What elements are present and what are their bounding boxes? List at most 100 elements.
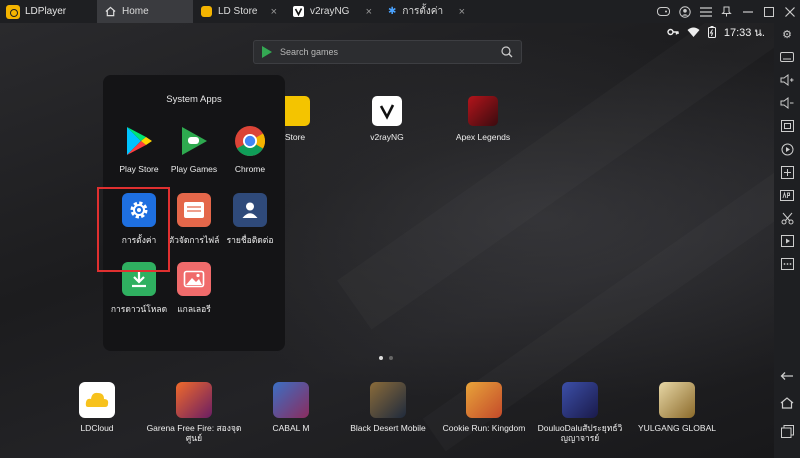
black-desert-icon	[370, 382, 406, 418]
desktop-app-label: Store	[284, 132, 306, 142]
android-desktop[interactable]: Store v2rayNG Apex Legends LDCloud Garen…	[0, 23, 774, 458]
wifi-icon	[687, 27, 700, 37]
free-fire-icon	[176, 382, 212, 418]
desktop-app-label: v2rayNG	[370, 132, 404, 142]
v2rayng-icon	[293, 6, 304, 17]
close-icon[interactable]: ×	[366, 6, 372, 18]
desktop-app-apex-legends[interactable]: Apex Legends	[443, 96, 523, 143]
apk-install-icon[interactable]	[779, 187, 795, 203]
fullscreen-icon[interactable]	[779, 118, 795, 134]
close-icon[interactable]: ×	[271, 6, 277, 18]
wallpaper-stripe	[337, 23, 774, 330]
dock-app-label: Garena Free Fire: สองจุดศูนย์	[146, 423, 242, 443]
dock-app-black-desert[interactable]: Black Desert Mobile	[338, 382, 438, 433]
android-status-bar: 17:33 น.	[667, 24, 765, 40]
pin-icon[interactable]	[716, 0, 737, 23]
status-time: 17:33 น.	[723, 27, 765, 39]
tab-home-label: Home	[122, 6, 149, 17]
search-input[interactable]	[280, 47, 493, 57]
yulgang-global-icon	[659, 382, 695, 418]
dock-app-yulgang-global[interactable]: YULGANG GLOBAL	[627, 382, 727, 433]
tab-settings[interactable]: ✱ การตั้งค่า ×	[380, 0, 473, 23]
minimize-icon[interactable]	[737, 0, 758, 23]
dock-app-cabal-m[interactable]: CABAL M	[241, 382, 341, 433]
page-indicator	[379, 356, 393, 360]
tab-v2rayng-label: v2rayNG	[310, 6, 350, 17]
folder-app-contacts[interactable]: รายชื่อติดต่อ	[217, 193, 283, 247]
dock-app-label: LDCloud	[80, 423, 114, 433]
battery-icon	[707, 26, 716, 38]
dock-app-free-fire[interactable]: Garena Free Fire: สองจุดศูนย์	[144, 382, 244, 443]
ldplayer-logo-icon	[6, 4, 20, 19]
home-button-icon[interactable]	[779, 395, 795, 411]
account-icon[interactable]	[674, 0, 695, 23]
tab-ld-store-label: LD Store	[218, 6, 258, 17]
cabal-m-icon	[273, 382, 309, 418]
desktop-app-v2rayng[interactable]: v2rayNG	[347, 96, 427, 143]
settings-gear-icon[interactable]: ⚙	[779, 26, 795, 42]
scissors-icon[interactable]	[779, 210, 795, 226]
folder-app-chrome[interactable]: Chrome	[217, 124, 283, 174]
tab-v2rayng[interactable]: v2rayNG ×	[285, 0, 380, 23]
folder-app-label: Chrome	[234, 164, 266, 174]
folder-app-label: รายชื่อติดต่อ	[226, 235, 274, 245]
tab-settings-label: การตั้งค่า	[402, 6, 444, 17]
settings-gear-icon: ✱	[388, 6, 397, 17]
folder-app-label: แกลเลอรี	[177, 304, 211, 314]
back-icon[interactable]	[779, 368, 795, 384]
chrome-icon	[233, 124, 267, 158]
volume-up-icon[interactable]	[779, 72, 795, 88]
contacts-icon	[233, 193, 267, 227]
dock-app-cookie-run[interactable]: Cookie Run: Kingdom	[434, 382, 534, 433]
play-store-icon	[122, 124, 156, 158]
gallery-icon	[177, 262, 211, 296]
maximize-icon[interactable]	[758, 0, 779, 23]
recent-apps-icon[interactable]	[779, 423, 795, 439]
page-dot[interactable]	[389, 356, 393, 360]
title-bar: LDPlayer Home LD Store × v2rayNG × ✱ การ…	[0, 0, 800, 23]
window-controls	[653, 0, 800, 23]
ld-store-icon	[201, 6, 212, 17]
volume-down-icon[interactable]	[779, 95, 795, 111]
dock-app-label: Black Desert Mobile	[350, 423, 426, 433]
dock-app-label: YULGANG GLOBAL	[638, 423, 716, 433]
folder-app-gallery[interactable]: แกลเลอรี	[161, 262, 227, 316]
v2rayng-icon	[372, 96, 402, 126]
folder-app-label: การดาวน์โหลด	[110, 304, 168, 314]
record-icon[interactable]	[779, 141, 795, 157]
page-dot-active[interactable]	[379, 356, 383, 360]
dock-app-label: DouluoDaluสัประยุทธ์วิญญาจารย์	[537, 423, 623, 443]
dock-app-label: CABAL M	[272, 423, 310, 433]
cookie-run-icon	[466, 382, 502, 418]
right-toolbar: ⚙	[774, 23, 800, 458]
add-icon[interactable]	[779, 164, 795, 180]
dock-app-label: Cookie Run: Kingdom	[442, 423, 526, 433]
close-window-icon[interactable]	[779, 0, 800, 23]
folder-app-label: ตัวจัดการไฟล์	[168, 235, 220, 245]
app-title: LDPlayer	[25, 6, 67, 17]
desktop-app-label: Apex Legends	[455, 132, 511, 142]
dock-app-douluo-dalu[interactable]: DouluoDaluสัประยุทธ์วิญญาจารย์	[530, 382, 630, 443]
play-games-icon	[177, 124, 211, 158]
key-icon	[667, 28, 679, 36]
douluo-dalu-icon	[562, 382, 598, 418]
keyboard-icon[interactable]	[779, 49, 795, 65]
settings-highlight-box	[97, 187, 170, 272]
video-icon[interactable]	[779, 233, 795, 249]
dock-app-ldcloud[interactable]: LDCloud	[47, 382, 147, 433]
menu-icon[interactable]	[695, 0, 716, 23]
play-store-icon	[262, 46, 272, 58]
close-icon[interactable]: ×	[459, 6, 465, 18]
search-icon[interactable]	[501, 46, 513, 58]
folder-title: System Apps	[166, 94, 222, 105]
search-bar[interactable]	[253, 40, 522, 64]
home-icon	[105, 6, 116, 17]
apex-legends-icon	[468, 96, 498, 126]
tab-home[interactable]: Home	[97, 0, 193, 23]
app-brand: LDPlayer	[0, 4, 97, 19]
tab-ld-store[interactable]: LD Store ×	[193, 0, 285, 23]
more-icon[interactable]	[779, 256, 795, 272]
gamepad-icon[interactable]	[653, 0, 674, 23]
folder-app-label: Play Games	[170, 164, 218, 174]
ldcloud-icon	[79, 382, 115, 418]
